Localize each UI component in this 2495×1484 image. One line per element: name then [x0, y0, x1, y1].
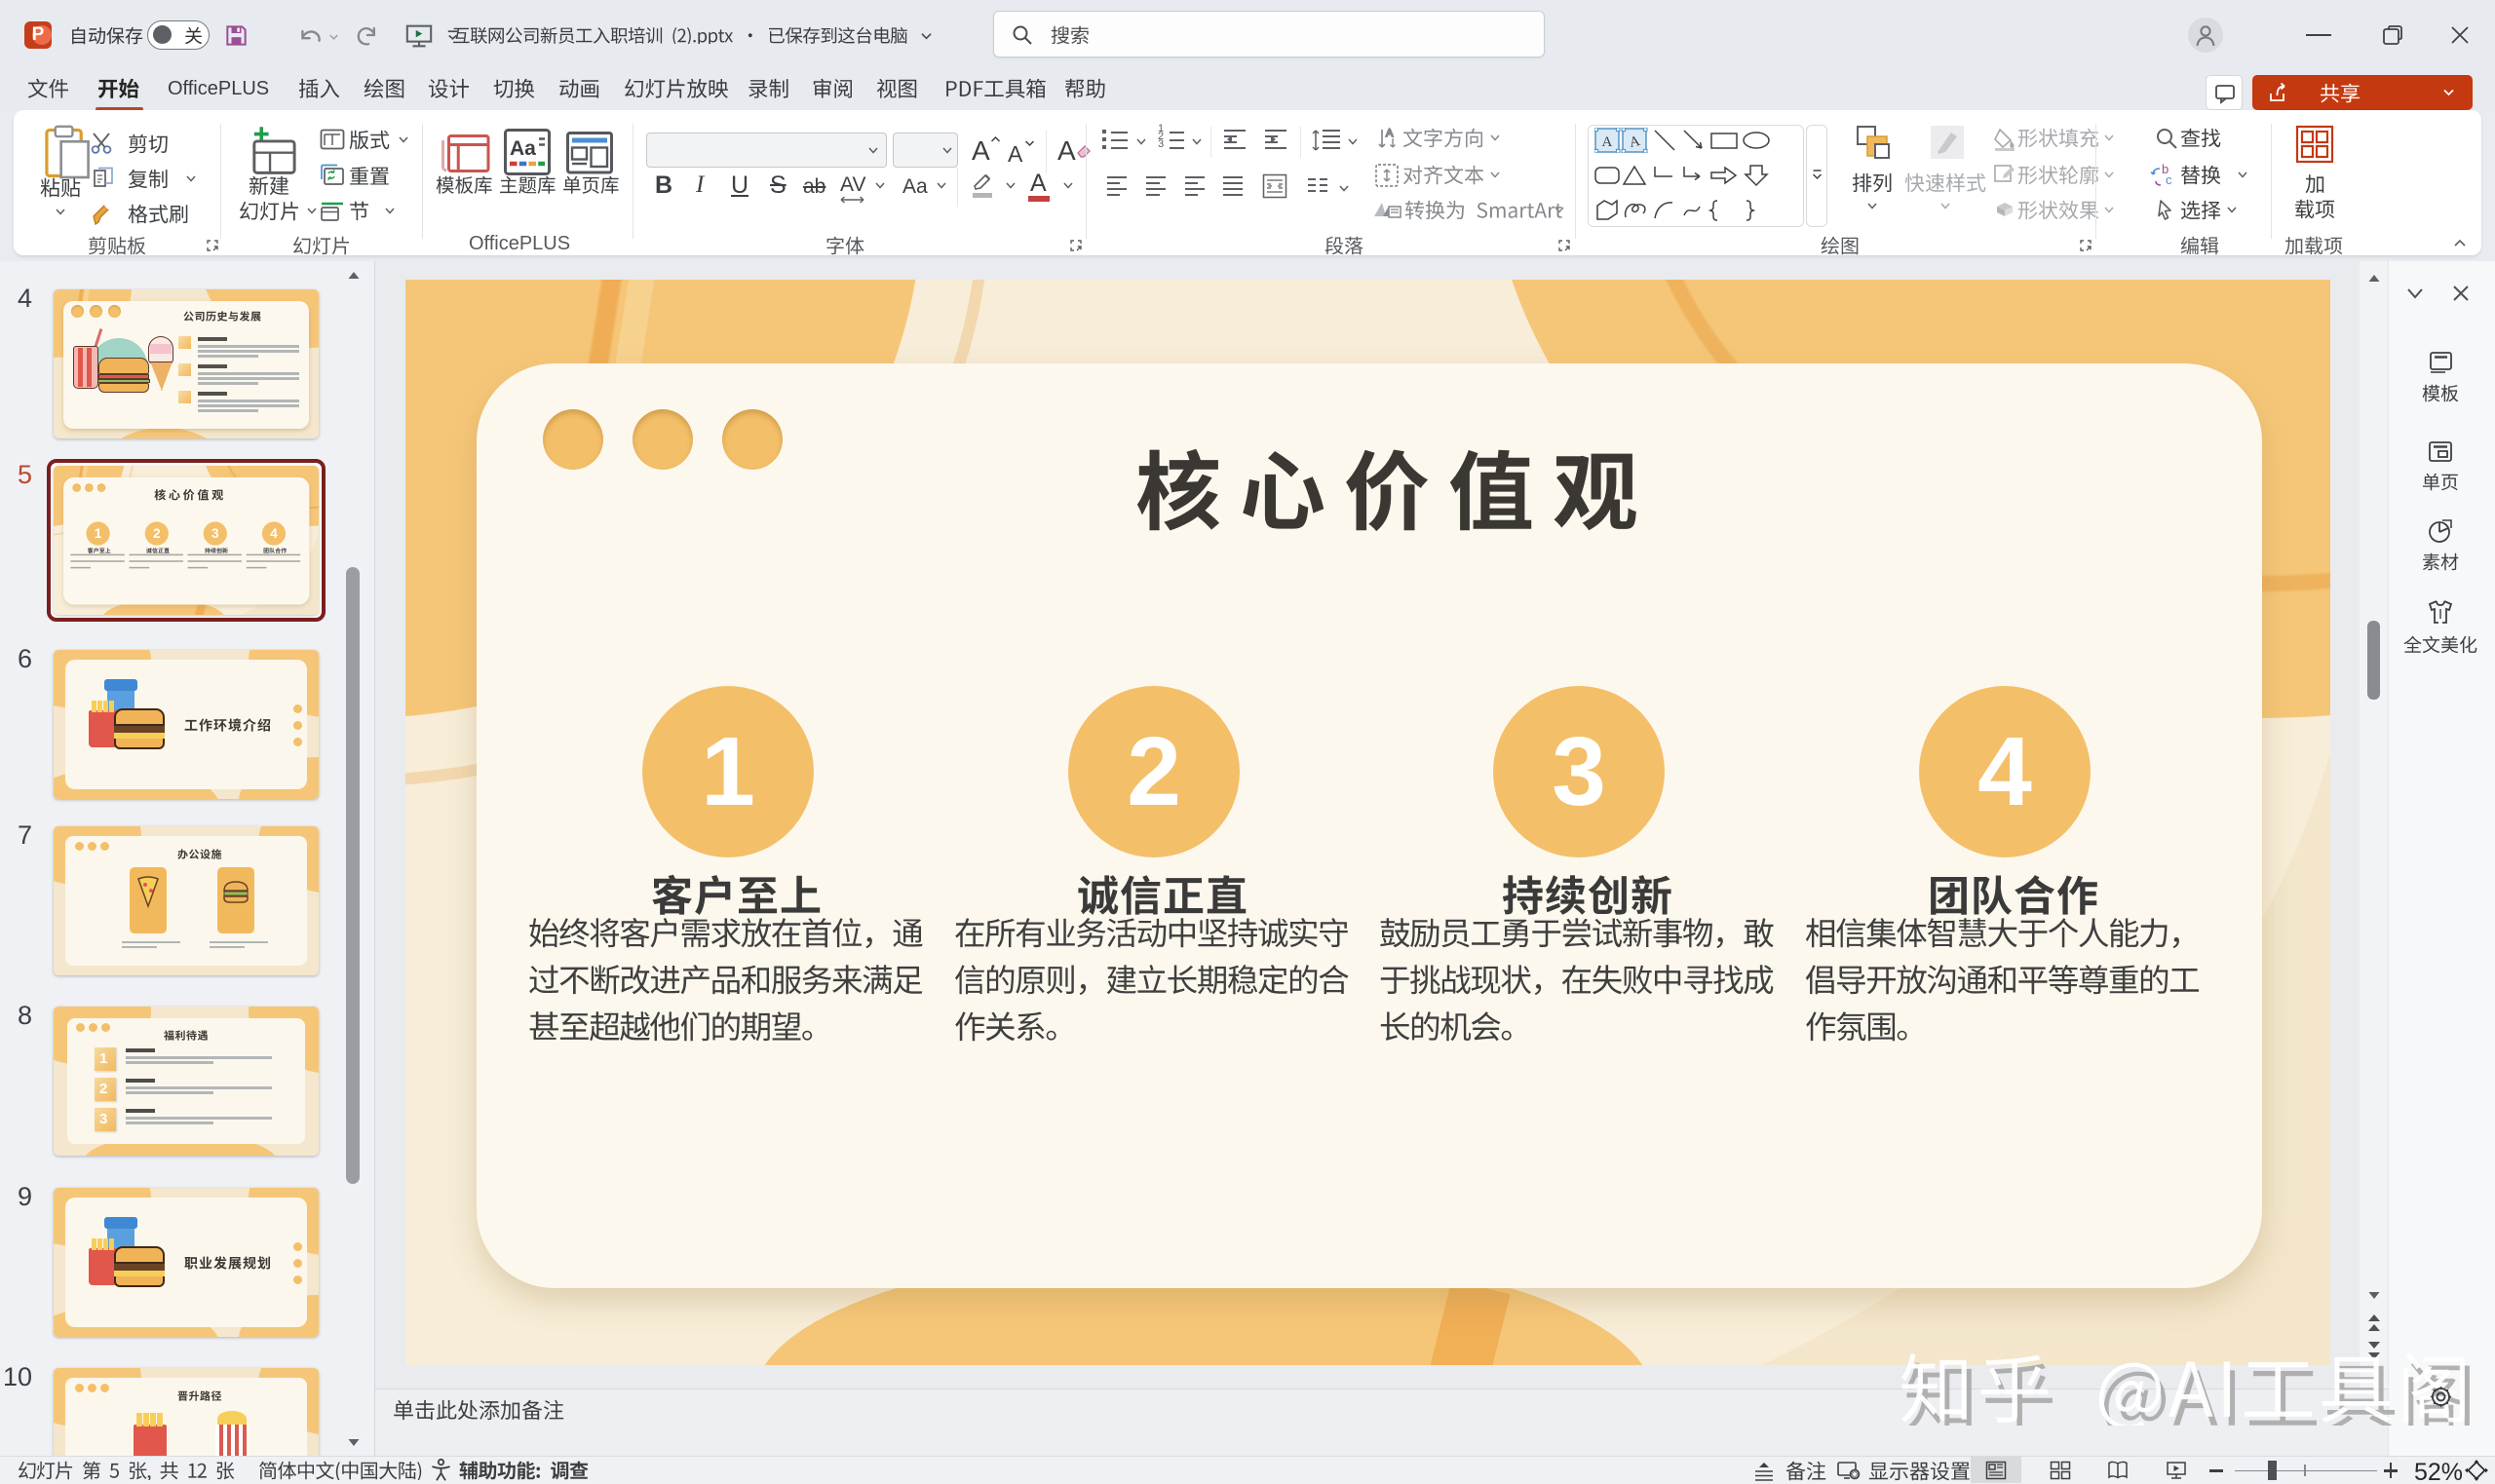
svg-text:c: c [2166, 172, 2172, 187]
svg-text:Aa: Aa [510, 137, 536, 160]
svg-text:A: A [1386, 128, 1394, 139]
svg-text:A: A [1602, 134, 1613, 150]
